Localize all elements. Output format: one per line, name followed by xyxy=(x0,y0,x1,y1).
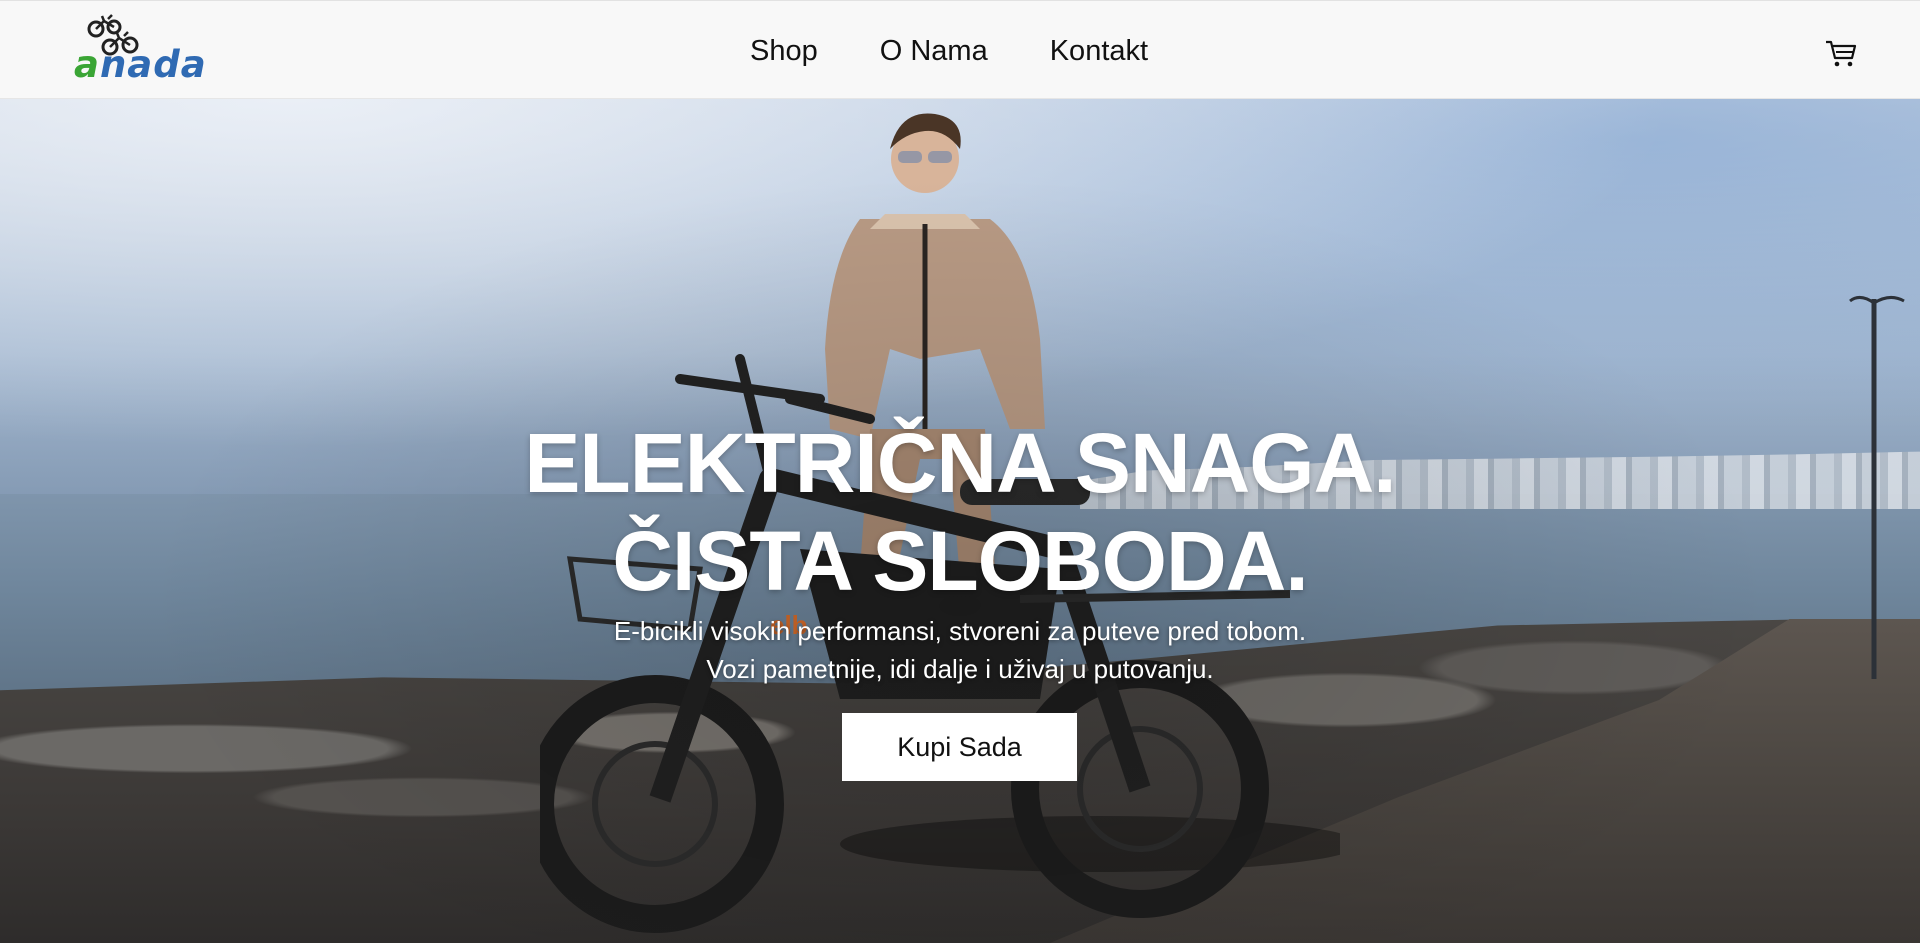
nav-o-nama[interactable]: O Nama xyxy=(880,31,988,71)
kupi-sada-button[interactable]: Kupi Sada xyxy=(842,713,1077,781)
hero-headline-line1: ELEKTRIČNA SNAGA. xyxy=(524,416,1396,510)
logo-text: nada xyxy=(99,43,207,86)
nav-shop[interactable]: Shop xyxy=(750,31,818,71)
logo-letter: a xyxy=(74,43,100,86)
nav-kontakt[interactable]: Kontakt xyxy=(1050,31,1148,71)
site-header: anada Shop O Nama Kontakt xyxy=(0,0,1920,99)
hero-headline-line2: ČISTA SLOBODA. xyxy=(612,514,1308,608)
hero-subtitle-line1: E-bicikli visokih performansi, stvoreni … xyxy=(613,616,1307,646)
hero-subtitle-line2: Vozi pametnije, idi dalje i uživaj u put… xyxy=(706,654,1214,684)
hero-section: elb ELEKTRIČNA SNAGA. ČISTA SLOBODA. E-b… xyxy=(0,99,1920,943)
cart-icon[interactable] xyxy=(1824,38,1858,68)
brand-logo[interactable]: anada xyxy=(74,13,224,89)
logo-wordmark: anada xyxy=(74,46,207,83)
main-nav: Shop O Nama Kontakt xyxy=(750,31,1210,71)
